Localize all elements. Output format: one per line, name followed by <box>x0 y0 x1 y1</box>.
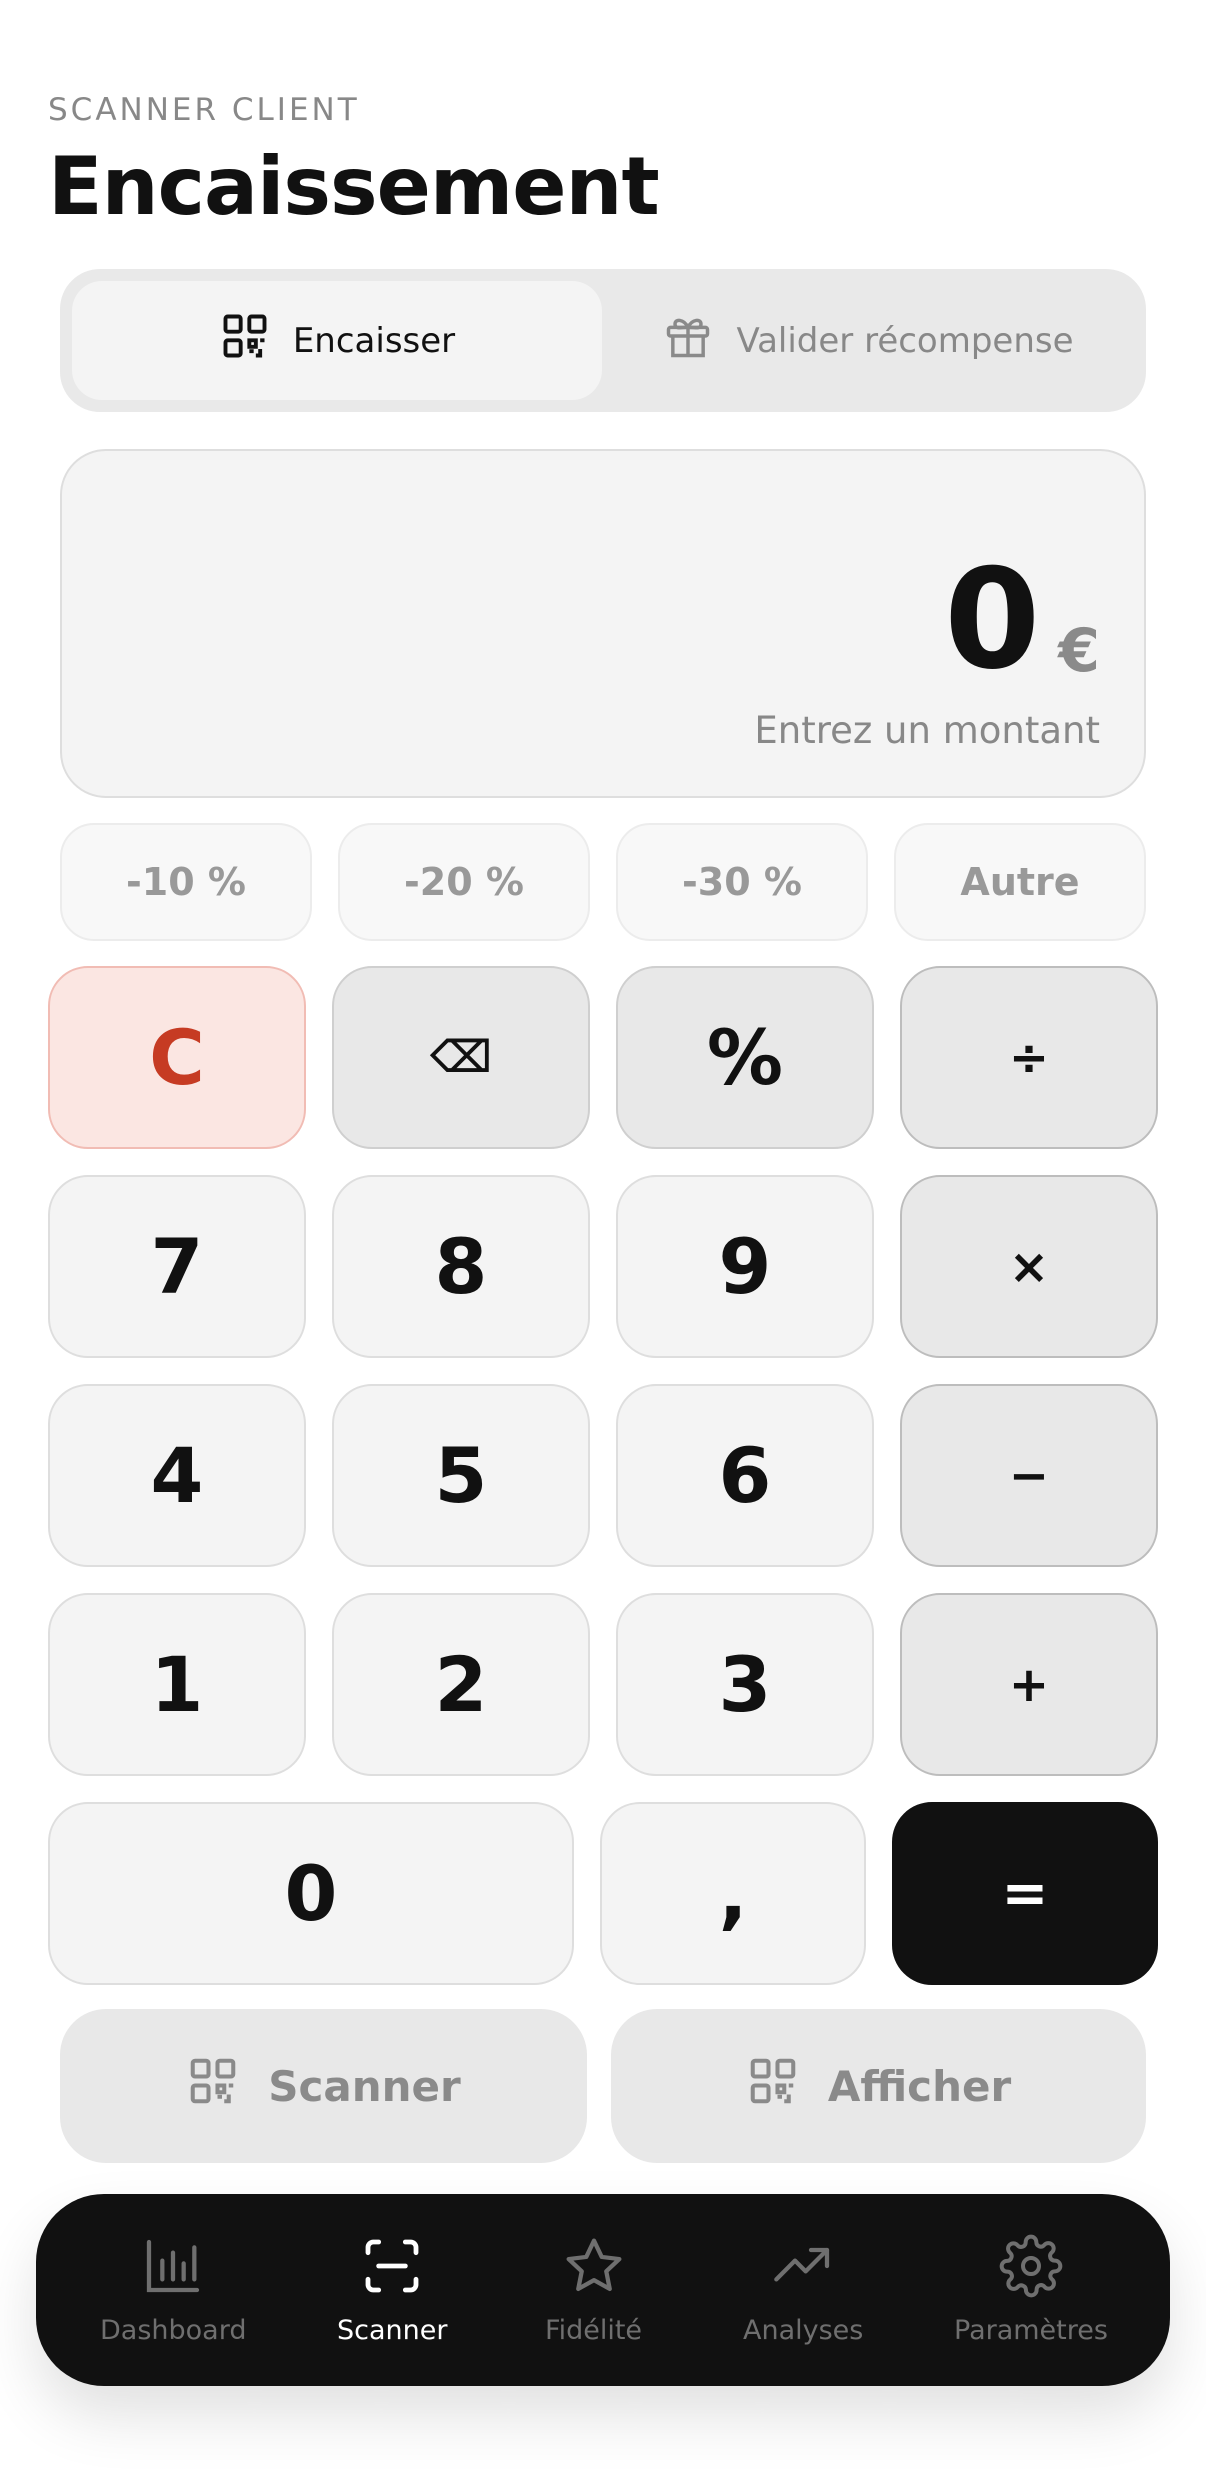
qr-code-icon <box>219 310 271 371</box>
minus-button[interactable]: − <box>900 1384 1158 1567</box>
equals-button[interactable]: = <box>892 1802 1158 1985</box>
key-3[interactable]: 3 <box>616 1593 874 1776</box>
tab-scanner-label: Scanner <box>337 2315 448 2346</box>
key-7[interactable]: 7 <box>48 1175 306 1358</box>
comma-button[interactable]: , <box>600 1802 866 1985</box>
key-5[interactable]: 5 <box>332 1384 590 1567</box>
tab-dashboard-label: Dashboard <box>100 2315 247 2346</box>
tab-scanner[interactable]: Scanner <box>337 2234 447 2346</box>
currency-symbol: € <box>1058 616 1100 686</box>
backspace-button[interactable]: ⌫ <box>332 966 590 1149</box>
bar-chart-icon <box>141 2234 205 2305</box>
tab-parametres-label: Paramètres <box>954 2315 1108 2346</box>
afficher-button[interactable]: Afficher <box>611 2009 1146 2163</box>
star-icon <box>562 2234 626 2305</box>
qr-code-icon <box>746 2054 800 2118</box>
discount-other-button[interactable]: Autre <box>894 823 1146 941</box>
gear-icon <box>999 2234 1063 2305</box>
tab-fidelite[interactable]: Fidélité <box>545 2234 642 2346</box>
tab-parametres[interactable]: Paramètres <box>954 2234 1108 2346</box>
key-6[interactable]: 6 <box>616 1384 874 1567</box>
tab-fidelite-label: Fidélité <box>545 2315 643 2346</box>
key-9[interactable]: 9 <box>616 1175 874 1358</box>
amount-value: 0 <box>944 539 1041 700</box>
key-2[interactable]: 2 <box>332 1593 590 1776</box>
tab-dashboard[interactable]: Dashboard <box>100 2234 246 2346</box>
scan-icon <box>360 2234 424 2305</box>
qr-code-icon <box>186 2054 240 2118</box>
discount-chips: -10 % -20 % -30 % Autre <box>60 823 1146 941</box>
key-0[interactable]: 0 <box>48 1802 574 1985</box>
scanner-button[interactable]: Scanner <box>60 2009 587 2163</box>
percent-button[interactable]: % <box>616 966 874 1149</box>
key-1[interactable]: 1 <box>48 1593 306 1776</box>
gift-icon <box>662 310 714 371</box>
key-4[interactable]: 4 <box>48 1384 306 1567</box>
tab-analyses-label: Analyses <box>743 2315 864 2346</box>
divide-button[interactable]: ÷ <box>900 966 1158 1149</box>
tab-valider-recompense[interactable]: Valider récompense <box>602 281 1134 400</box>
discount-20-button[interactable]: -20 % <box>338 823 590 941</box>
bottom-tab-bar: Dashboard Scanner Fidélité Analyses Para… <box>36 2194 1170 2386</box>
mode-segmented-control: Encaisser Valider récompense <box>60 269 1146 412</box>
page-title: Encaissement <box>48 140 660 233</box>
plus-button[interactable]: + <box>900 1593 1158 1776</box>
eyebrow-label: SCANNER CLIENT <box>48 92 360 128</box>
discount-10-button[interactable]: -10 % <box>60 823 312 941</box>
trending-up-icon <box>771 2234 835 2305</box>
action-buttons: Scanner Afficher <box>60 2009 1146 2163</box>
key-8[interactable]: 8 <box>332 1175 590 1358</box>
discount-30-button[interactable]: -30 % <box>616 823 868 941</box>
tab-encaisser[interactable]: Encaisser <box>72 281 602 400</box>
clear-button[interactable]: C <box>48 966 306 1149</box>
amount-display: 0 € Entrez un montant <box>60 449 1146 798</box>
tab-encaisser-label: Encaisser <box>292 320 456 361</box>
tab-valider-label: Valider récompense <box>736 320 1074 361</box>
afficher-button-label: Afficher <box>827 2061 1012 2111</box>
tab-analyses[interactable]: Analyses <box>743 2234 863 2346</box>
scanner-button-label: Scanner <box>268 2061 461 2111</box>
multiply-button[interactable]: × <box>900 1175 1158 1358</box>
amount-hint: Entrez un montant <box>754 709 1100 752</box>
